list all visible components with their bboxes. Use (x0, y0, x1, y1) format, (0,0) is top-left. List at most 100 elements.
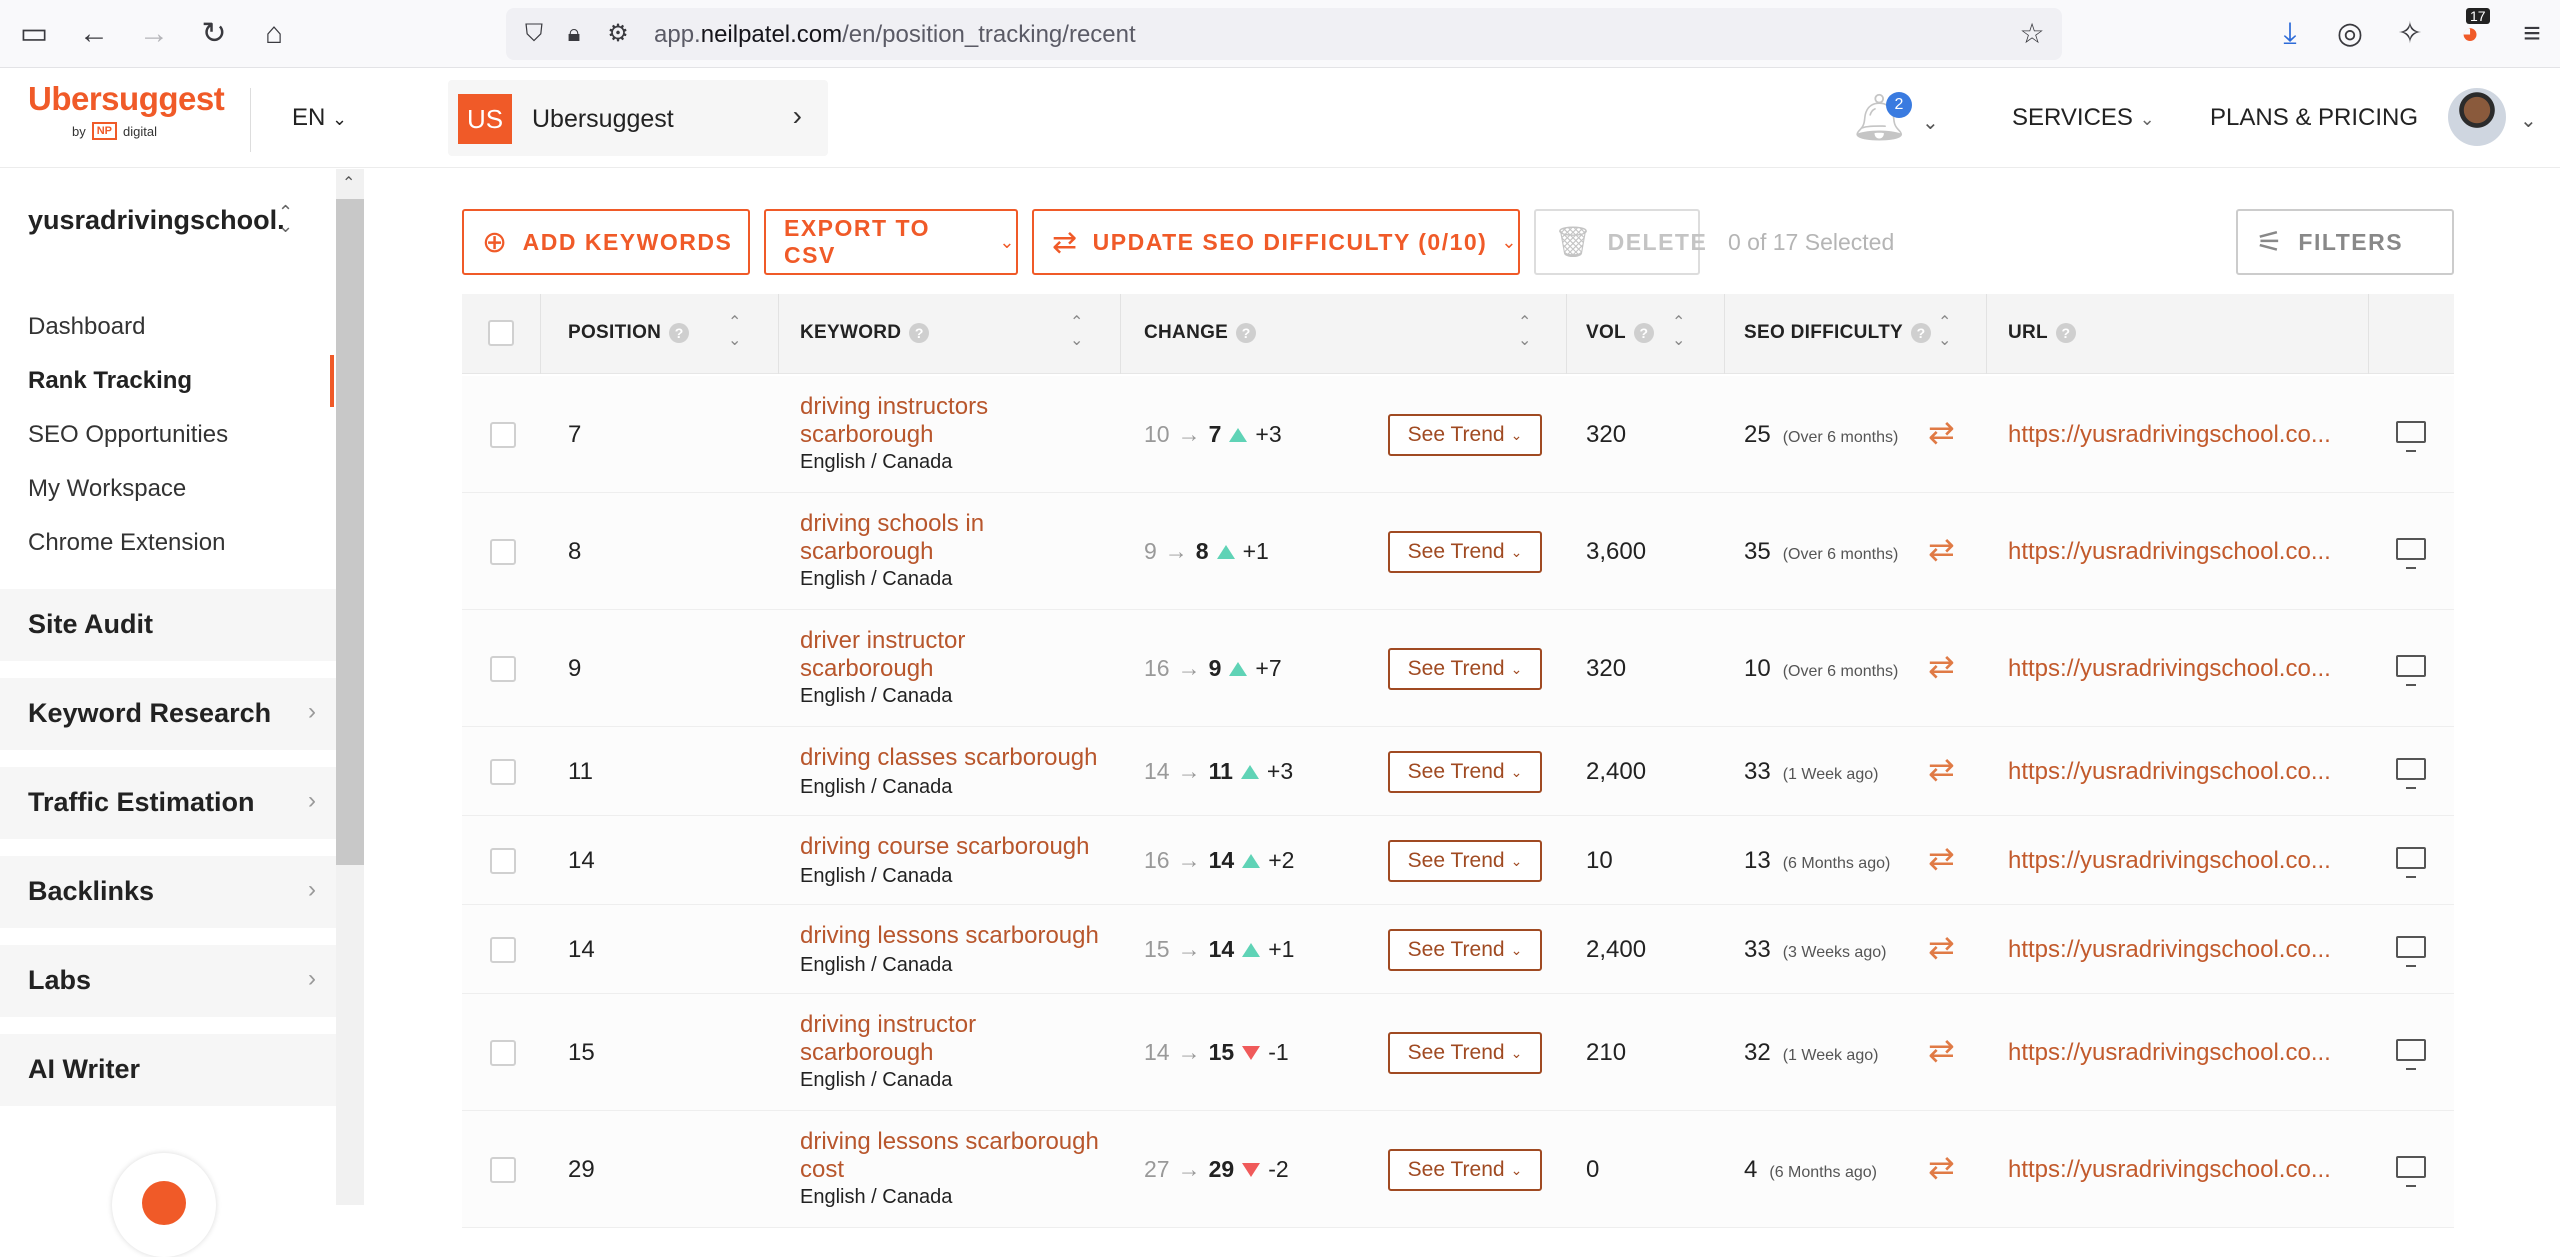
row-checkbox[interactable] (490, 422, 516, 448)
menu-icon[interactable]: ≡ (2516, 18, 2548, 50)
sidebar-item-rank-tracking[interactable]: Rank Tracking (28, 367, 192, 395)
column-keyword[interactable]: KEYWORD? (800, 322, 930, 344)
delete-button[interactable]: 🗑︎ DELETE (1534, 209, 1706, 275)
see-trend-button[interactable]: See Trend ⌄ (1388, 414, 1542, 456)
sidebar-item-chrome-extension[interactable]: Chrome Extension (28, 529, 225, 557)
chevron-down-icon[interactable]: ⌄ (2520, 108, 2537, 133)
plans-pricing-link[interactable]: PLANS & PRICING (2210, 104, 2418, 132)
downloads-icon[interactable]: ⤓ (2274, 18, 2306, 50)
row-checkbox[interactable] (490, 1157, 516, 1183)
url-link[interactable]: https://yusradrivingschool.co... (2008, 421, 2331, 449)
address-bar[interactable]: ⛉ 🔒︎ ⚙ app.neilpatel.com/en/position_tra… (506, 8, 2062, 60)
refresh-icon[interactable]: ⇄ (1928, 530, 1955, 568)
refresh-icon[interactable]: ⇄ (1928, 928, 1955, 966)
desktop-icon[interactable] (2396, 936, 2426, 967)
refresh-icon[interactable]: ⇄ (1928, 413, 1955, 451)
desktop-icon[interactable] (2396, 655, 2426, 686)
keyword-link[interactable]: driving instructors scarborough (800, 393, 1100, 449)
scroll-up-icon[interactable]: ⌃ (342, 173, 355, 193)
keyword-link[interactable]: driving classes scarborough (800, 744, 1100, 772)
keyword-link[interactable]: driving instructor scarborough (800, 1011, 1100, 1067)
sidebar-item-seo-opportunities[interactable]: SEO Opportunities (28, 421, 228, 449)
url-link[interactable]: https://yusradrivingschool.co... (2008, 936, 2331, 964)
see-trend-button[interactable]: See Trend ⌄ (1388, 1032, 1542, 1074)
desktop-icon[interactable] (2396, 847, 2426, 878)
see-trend-button[interactable]: See Trend ⌄ (1388, 751, 1542, 793)
back-icon[interactable]: ← (78, 18, 110, 50)
refresh-icon[interactable]: ⇄ (1928, 1031, 1955, 1069)
url-link[interactable]: https://yusradrivingschool.co... (2008, 1156, 2331, 1184)
refresh-icon[interactable]: ⇄ (1928, 1148, 1955, 1186)
help-icon[interactable]: ? (1633, 323, 1654, 343)
sidebar-section-keyword-research[interactable]: Keyword Research › (0, 678, 336, 750)
url-link[interactable]: https://yusradrivingschool.co... (2008, 538, 2331, 566)
sort-vol-icon[interactable]: ⌃ ⌄ (1672, 314, 1685, 350)
column-seo-difficulty[interactable]: SEO DIFFICULTY? (1744, 322, 1932, 344)
keyword-link[interactable]: driving course scarborough (800, 833, 1100, 861)
column-url[interactable]: URL? (2008, 322, 2076, 344)
keyword-link[interactable]: driving lessons scarborough (800, 922, 1100, 950)
site-selector[interactable]: yusradrivingschool. (28, 205, 285, 236)
upgrade-fab[interactable] (112, 1153, 216, 1257)
chevron-down-icon[interactable]: ⌄ (1922, 110, 1939, 135)
see-trend-button[interactable]: See Trend ⌄ (1388, 531, 1542, 573)
url-link[interactable]: https://yusradrivingschool.co... (2008, 1039, 2331, 1067)
sort-seo-difficulty-icon[interactable]: ⌃ ⌄ (1938, 314, 1951, 350)
extensions-icon[interactable]: ✧ (2394, 18, 2426, 50)
see-trend-button[interactable]: See Trend ⌄ (1388, 1149, 1542, 1191)
see-trend-button[interactable]: See Trend ⌄ (1388, 648, 1542, 690)
desktop-icon[interactable] (2396, 421, 2426, 452)
site-settings-icon[interactable]: ⚙ (602, 18, 634, 50)
row-checkbox[interactable] (490, 848, 516, 874)
desktop-icon[interactable] (2396, 538, 2426, 569)
help-icon[interactable]: ? (909, 323, 930, 343)
sidebar-section-traffic-estimation[interactable]: Traffic Estimation › (0, 767, 336, 839)
row-checkbox[interactable] (490, 656, 516, 682)
language-selector[interactable]: EN ⌄ (292, 104, 347, 132)
project-selector[interactable]: US Ubersuggest › (448, 80, 828, 156)
export-csv-button[interactable]: EXPORT TO CSV ⌄ (764, 209, 1018, 275)
refresh-icon[interactable]: ⇄ (1928, 839, 1955, 877)
keyword-link[interactable]: driving lessons scarborough cost (800, 1128, 1100, 1184)
keyword-link[interactable]: driving schools in scarborough (800, 510, 1100, 566)
url-link[interactable]: https://yusradrivingschool.co... (2008, 847, 2331, 875)
sort-keyword-icon[interactable]: ⌃ ⌄ (1070, 314, 1083, 350)
sidebar-item-my-workspace[interactable]: My Workspace (28, 475, 186, 503)
sort-change-icon[interactable]: ⌃ ⌄ (1518, 314, 1531, 350)
sort-position-icon[interactable]: ⌃ ⌄ (728, 314, 741, 350)
add-keywords-button[interactable]: ⊕ ADD KEYWORDS (462, 209, 750, 275)
sidebar-toggle-icon[interactable]: ▭ (18, 18, 50, 50)
help-icon[interactable]: ? (1236, 323, 1257, 343)
row-checkbox[interactable] (490, 759, 516, 785)
select-all-checkbox[interactable] (488, 320, 514, 346)
reload-icon[interactable]: ↻ (198, 18, 230, 50)
sidebar-section-site-audit[interactable]: Site Audit (0, 589, 336, 661)
sidebar-section-backlinks[interactable]: Backlinks › (0, 856, 336, 928)
refresh-icon[interactable]: ⇄ (1928, 750, 1955, 788)
column-position[interactable]: POSITION? (568, 322, 690, 344)
url-link[interactable]: https://yusradrivingschool.co... (2008, 655, 2331, 683)
desktop-icon[interactable] (2396, 1039, 2426, 1070)
scrollbar-thumb[interactable] (336, 199, 364, 865)
help-icon[interactable]: ? (2055, 323, 2076, 343)
help-icon[interactable]: ? (1911, 323, 1932, 343)
desktop-icon[interactable] (2396, 1156, 2426, 1187)
sidebar-item-dashboard[interactable]: Dashboard (28, 313, 145, 341)
ubersuggest-logo[interactable]: Ubersuggest by NP digital (28, 80, 225, 140)
services-menu[interactable]: SERVICES ⌄ (2012, 104, 2155, 132)
keyword-link[interactable]: driver instructor scarborough (800, 627, 1100, 683)
row-checkbox[interactable] (490, 539, 516, 565)
see-trend-button[interactable]: See Trend ⌄ (1388, 840, 1542, 882)
home-icon[interactable]: ⌂ (258, 18, 290, 50)
see-trend-button[interactable]: See Trend ⌄ (1388, 929, 1542, 971)
sidebar-section-ai-writer[interactable]: AI Writer (0, 1034, 336, 1106)
row-checkbox[interactable] (490, 1040, 516, 1066)
refresh-icon[interactable]: ⇄ (1928, 647, 1955, 685)
filters-button[interactable]: ⚟ FILTERS (2236, 209, 2454, 275)
sidebar-section-labs[interactable]: Labs › (0, 945, 336, 1017)
update-seo-difficulty-button[interactable]: ⇄ UPDATE SEO DIFFICULTY (0/10) ⌄ (1032, 209, 1520, 275)
row-checkbox[interactable] (490, 937, 516, 963)
sort-arrows-icon[interactable]: ⌃ ⌄ (278, 203, 293, 235)
column-vol[interactable]: VOL? (1586, 322, 1654, 344)
sidebar-scrollbar[interactable]: ⌃ (336, 169, 364, 1205)
